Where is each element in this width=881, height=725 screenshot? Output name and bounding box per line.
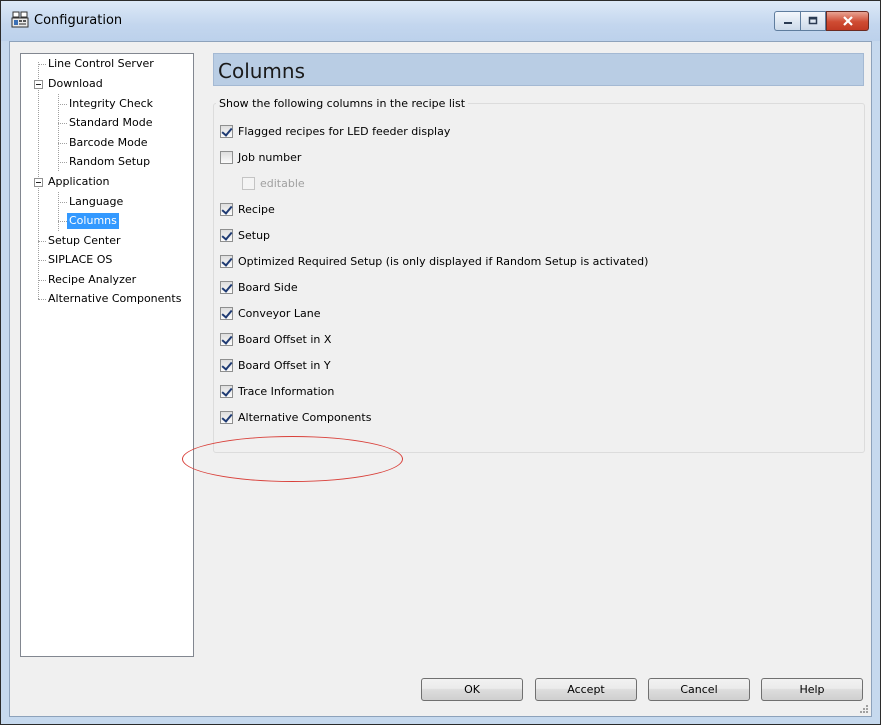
cancel-button[interactable]: Cancel: [648, 678, 750, 701]
tree-connector: [38, 260, 46, 261]
option-label: Optimized Required Setup (is only displa…: [238, 254, 649, 268]
option-label: Board Side: [238, 280, 298, 294]
tree-connector: [58, 104, 67, 105]
tree-item-barcode-mode[interactable]: Barcode Mode: [67, 135, 150, 151]
tree-item-alternative-components[interactable]: Alternative Components: [46, 291, 183, 307]
tree-connector: [58, 94, 59, 171]
tree-item-standard-mode[interactable]: Standard Mode: [67, 115, 155, 131]
option-label: Trace Information: [238, 384, 335, 398]
tree-connector: [58, 192, 59, 231]
tree-item-download[interactable]: Download: [46, 76, 105, 92]
tree-item-language[interactable]: Language: [67, 194, 125, 210]
minimize-icon: [783, 22, 792, 24]
resize-grip-icon[interactable]: [859, 704, 869, 714]
checkbox-checked[interactable]: [220, 358, 233, 372]
option-label: Recipe: [238, 202, 275, 216]
option-optimized-required-setup[interactable]: Optimized Required Setup (is only displa…: [220, 253, 648, 269]
option-label: Board Offset in Y: [238, 358, 331, 372]
tree-connector: [58, 202, 67, 203]
tree-item-setup-center[interactable]: Setup Center: [46, 233, 123, 249]
option-label: Alternative Components: [238, 410, 372, 424]
accept-button[interactable]: Accept: [535, 678, 637, 701]
option-board-offset-y[interactable]: Board Offset in Y: [220, 357, 331, 373]
checkbox-checked[interactable]: [220, 332, 233, 346]
tree-item-columns[interactable]: Columns: [67, 213, 119, 229]
settings-tree[interactable]: Line Control Server Download Integrity C…: [20, 53, 194, 657]
configuration-app-icon: [11, 11, 29, 28]
panel-title: Columns: [218, 59, 306, 83]
checkbox-checked[interactable]: [220, 254, 233, 268]
option-board-side[interactable]: Board Side: [220, 279, 298, 295]
help-button[interactable]: Help: [761, 678, 863, 701]
tree-connector: [38, 280, 46, 281]
checkbox-checked[interactable]: [220, 228, 233, 242]
checkbox-checked[interactable]: [220, 280, 233, 294]
tree-connector: [38, 241, 46, 242]
close-button[interactable]: [826, 11, 869, 31]
checkbox-disabled: [242, 176, 255, 190]
collapse-download-icon[interactable]: [34, 80, 43, 89]
tree-item-integrity-check[interactable]: Integrity Check: [67, 96, 155, 112]
title-bar[interactable]: Configuration: [1, 1, 880, 41]
option-job-number[interactable]: Job number: [220, 149, 301, 165]
collapse-application-icon[interactable]: [34, 178, 43, 187]
option-flagged-recipes[interactable]: Flagged recipes for LED feeder display: [220, 123, 450, 139]
window-title: Configuration: [34, 13, 123, 28]
panel-header: Columns: [213, 53, 864, 86]
highlight-annotation-ellipse: [182, 436, 403, 482]
option-label: Flagged recipes for LED feeder display: [238, 124, 451, 138]
tree-item-application[interactable]: Application: [46, 174, 111, 190]
dialog-client-area: Line Control Server Download Integrity C…: [9, 41, 872, 717]
configuration-window: Configuration Line Control Server Downlo…: [0, 0, 881, 725]
option-recipe[interactable]: Recipe: [220, 201, 275, 217]
tree-connector: [58, 143, 67, 144]
tree-item-line-control-server[interactable]: Line Control Server: [46, 56, 156, 72]
tree-connector: [38, 64, 46, 65]
option-label: editable: [260, 176, 305, 190]
tree-item-recipe-analyzer[interactable]: Recipe Analyzer: [46, 272, 138, 288]
checkbox-unchecked[interactable]: [220, 150, 233, 164]
checkbox-checked[interactable]: [220, 306, 233, 320]
columns-group-box: [213, 103, 865, 453]
tree-connector: [58, 123, 67, 124]
option-label: Board Offset in X: [238, 332, 332, 346]
checkbox-checked[interactable]: [220, 202, 233, 216]
option-conveyor-lane[interactable]: Conveyor Lane: [220, 305, 321, 321]
minimize-button[interactable]: [774, 11, 800, 31]
window-controls: [774, 11, 869, 31]
maximize-icon: [808, 16, 818, 25]
ok-button[interactable]: OK: [421, 678, 523, 701]
checkbox-checked[interactable]: [220, 410, 233, 424]
option-label: Setup: [238, 228, 271, 242]
tree-connector: [58, 162, 67, 163]
group-label: Show the following columns in the recipe…: [216, 97, 469, 110]
close-icon: [842, 16, 853, 26]
tree-item-siplace-os[interactable]: SIPLACE OS: [46, 252, 114, 268]
option-editable: editable: [242, 175, 305, 191]
tree-item-random-setup[interactable]: Random Setup: [67, 154, 152, 170]
tree-connector: [38, 299, 46, 300]
option-label: Conveyor Lane: [238, 306, 321, 320]
option-label: Job number: [238, 150, 302, 164]
option-trace-information[interactable]: Trace Information: [220, 383, 334, 399]
checkbox-checked[interactable]: [220, 124, 233, 138]
option-alternative-components[interactable]: Alternative Components: [220, 409, 371, 425]
checkbox-checked[interactable]: [220, 384, 233, 398]
option-setup[interactable]: Setup: [220, 227, 270, 243]
maximize-button[interactable]: [800, 11, 826, 31]
option-board-offset-x[interactable]: Board Offset in X: [220, 331, 331, 347]
tree-connector: [58, 221, 67, 222]
